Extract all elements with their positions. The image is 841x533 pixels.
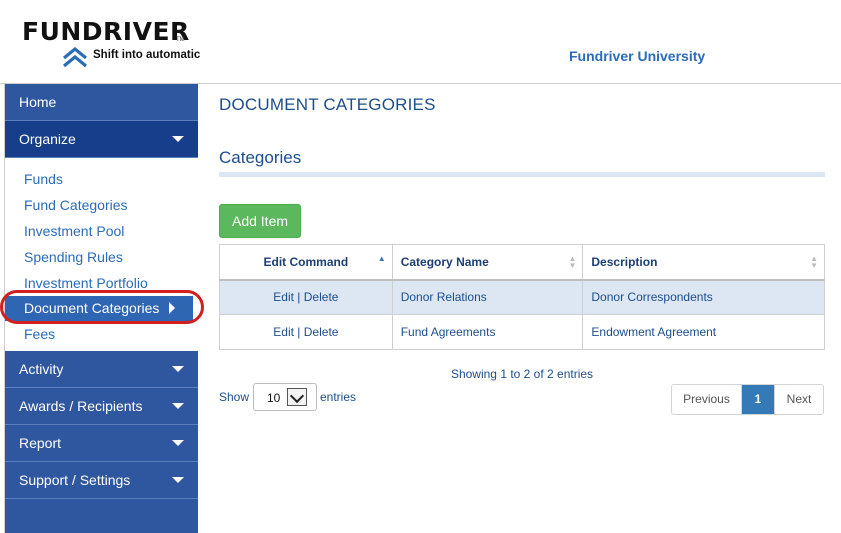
nav-home-label: Home: [19, 94, 57, 110]
caret-down-icon: [172, 403, 184, 409]
nav-organize-label: Organize: [19, 131, 76, 147]
add-item-button[interactable]: Add Item: [219, 204, 301, 238]
sidebar-item-label: Fund Categories: [24, 197, 128, 213]
column-header-label: Edit Command: [263, 254, 349, 269]
logo-trademark: TM: [176, 37, 185, 43]
sidebar-item-funds[interactable]: Funds: [5, 166, 198, 192]
edit-command-cell: Edit | Delete: [219, 314, 393, 350]
nav-organize[interactable]: Organize: [5, 121, 198, 158]
caret-down-icon: [172, 440, 184, 446]
section-divider: [219, 172, 825, 177]
table-row[interactable]: Edit | Delete Donor Relations Donor Corr…: [219, 279, 825, 315]
column-header-category-name[interactable]: Category Name ▲ ▼: [391, 244, 584, 281]
logo-tagline-row: Shift into automatic: [62, 47, 252, 67]
caret-down-icon: [172, 136, 184, 142]
nav-support-label: Support / Settings: [19, 472, 131, 488]
sidebar-item-fees[interactable]: Fees: [5, 321, 198, 347]
sidebar-item-label: Investment Portfolio: [24, 275, 148, 291]
table-info: Showing 1 to 2 of 2 entries: [450, 367, 594, 381]
nav-report-label: Report: [19, 435, 62, 451]
sidebar-item-label: Spending Rules: [24, 249, 123, 265]
header: FUNDRIVER TM Shift into automatic Fundri…: [0, 0, 841, 84]
logo-name: FUNDRIVER: [22, 17, 190, 46]
edit-command-cell: Edit | Delete: [219, 279, 393, 315]
nav-home[interactable]: Home: [5, 84, 198, 121]
category-name-cell: Donor Relations: [391, 279, 584, 315]
delete-link[interactable]: Delete: [304, 325, 339, 339]
section-title: Categories: [219, 148, 302, 167]
delete-link[interactable]: Delete: [304, 290, 339, 304]
fundriver-logo[interactable]: FUNDRIVER TM Shift into automatic: [22, 17, 200, 67]
caret-down-icon: [172, 366, 184, 372]
description-cell: Donor Correspondents: [582, 279, 825, 315]
column-header-label: Description: [591, 254, 658, 269]
nav-awards-label: Awards / Recipients: [19, 398, 143, 414]
nav-support-settings[interactable]: Support / Settings: [5, 462, 198, 499]
sidebar-item-fund-categories[interactable]: Fund Categories: [5, 192, 198, 218]
organization-name: Fundriver University: [569, 48, 706, 64]
sort-icon: ▲ ▼: [810, 254, 818, 270]
next-page-button[interactable]: Next: [774, 385, 823, 414]
previous-page-button[interactable]: Previous: [672, 385, 742, 414]
edit-link[interactable]: Edit: [273, 290, 294, 304]
logo-tagline: Shift into automatic: [93, 49, 201, 61]
page-title: DOCUMENT CATEGORIES: [219, 95, 436, 114]
sort-icon: ▲ ▼: [568, 254, 577, 270]
nav-awards-recipients[interactable]: Awards / Recipients: [5, 388, 198, 425]
categories-table: Edit Command ▲ Category Name ▲ ▼ Descript…: [219, 244, 825, 350]
page-length-select[interactable]: 10: [253, 383, 317, 411]
nav-report[interactable]: Report: [5, 425, 198, 462]
nav-activity-label: Activity: [19, 361, 64, 377]
chevron-down-icon: [287, 388, 307, 406]
edit-link[interactable]: Edit: [273, 325, 294, 339]
table-header-row: Edit Command ▲ Category Name ▲ ▼ Descript…: [219, 244, 825, 281]
logo-chevron-icon: [62, 47, 88, 67]
description-cell: Endowment Agreement: [582, 314, 825, 350]
table-row[interactable]: Edit | Delete Fund Agreements Endowment …: [219, 314, 825, 350]
page-1-button[interactable]: 1: [742, 385, 774, 414]
sidebar-item-spending-rules[interactable]: Spending Rules: [5, 244, 198, 270]
link-separator: |: [297, 325, 301, 339]
sidebar-item-label: Investment Pool: [24, 223, 125, 239]
sort-ascending-icon: ▲: [377, 254, 386, 263]
sidebar-item-label: Fees: [24, 326, 56, 342]
show-label: Show: [219, 390, 250, 404]
pagination: Previous 1 Next: [671, 384, 824, 415]
nav-activity[interactable]: Activity: [5, 351, 198, 388]
entries-label: entries: [320, 390, 357, 404]
page-length-value: 10: [267, 391, 281, 405]
column-header-description[interactable]: Description ▲ ▼: [582, 244, 825, 281]
category-name-cell: Fund Agreements: [391, 314, 584, 350]
annotation-highlight-ring: [0, 290, 204, 324]
caret-down-icon: [172, 477, 184, 483]
sidebar-item-investment-pool[interactable]: Investment Pool: [5, 218, 198, 244]
sidebar-item-label: Funds: [24, 171, 63, 187]
column-header-edit-command[interactable]: Edit Command ▲: [219, 244, 393, 281]
column-header-label: Category Name: [400, 254, 489, 269]
link-separator: |: [297, 290, 301, 305]
